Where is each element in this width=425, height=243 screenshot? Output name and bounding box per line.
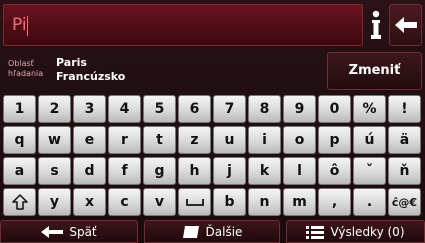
key-4[interactable]: 4 — [108, 95, 141, 123]
space-icon — [185, 199, 204, 206]
key-p[interactable]: p — [318, 126, 351, 154]
area-country: Francúzsko — [56, 70, 126, 83]
key-percent[interactable]: % — [353, 95, 386, 123]
key-u[interactable]: u — [213, 126, 246, 154]
key-n-caron[interactable]: ň — [388, 157, 421, 185]
next-button[interactable]: Ďalšie — [144, 220, 280, 243]
key-z[interactable]: z — [178, 126, 211, 154]
search-screen: Pi Oblasť hľadania Paris Francúzsko Zmen… — [0, 0, 425, 243]
key-0[interactable]: 0 — [318, 95, 351, 123]
key-caron[interactable]: ˇ — [353, 157, 386, 185]
space-key[interactable] — [178, 188, 211, 216]
key-x[interactable]: x — [73, 188, 106, 216]
key-k[interactable]: k — [248, 157, 281, 185]
info-button[interactable] — [365, 4, 387, 46]
next-icon — [182, 225, 199, 238]
area-label: Oblasť hľadania — [8, 59, 44, 78]
back-button[interactable]: Späť — [0, 220, 138, 243]
key-o[interactable]: o — [283, 126, 316, 154]
search-text: Pi — [12, 15, 27, 35]
key-t[interactable]: t — [143, 126, 176, 154]
key-2[interactable]: 2 — [38, 95, 71, 123]
key-i[interactable]: i — [248, 126, 281, 154]
info-icon — [371, 10, 381, 39]
key-d[interactable]: d — [73, 157, 106, 185]
key-n[interactable]: n — [248, 188, 281, 216]
key-e[interactable]: e — [73, 126, 106, 154]
key-j[interactable]: j — [213, 157, 246, 185]
key-g[interactable]: g — [143, 157, 176, 185]
key-s[interactable]: s — [38, 157, 71, 185]
key-period[interactable]: . — [353, 188, 386, 216]
key-f[interactable]: f — [108, 157, 141, 185]
key-a[interactable]: a — [3, 157, 36, 185]
shift-icon — [11, 194, 28, 210]
key-c[interactable]: c — [108, 188, 141, 216]
back-arrow-icon — [41, 225, 64, 238]
key-w[interactable]: w — [38, 126, 71, 154]
key-1[interactable]: 1 — [3, 95, 36, 123]
key-u-acute[interactable]: ú — [353, 126, 386, 154]
key-r[interactable]: r — [108, 126, 141, 154]
area-city: Paris — [56, 56, 87, 69]
key-v[interactable]: v — [143, 188, 176, 216]
shift-key[interactable] — [3, 188, 36, 216]
key-5[interactable]: 5 — [143, 95, 176, 123]
key-6[interactable]: 6 — [178, 95, 211, 123]
key-exclamation[interactable]: ! — [388, 95, 421, 123]
key-y[interactable]: y — [38, 188, 71, 216]
key-8[interactable]: 8 — [248, 95, 281, 123]
key-b[interactable]: b — [213, 188, 246, 216]
key-q[interactable]: q — [3, 126, 36, 154]
key-7[interactable]: 7 — [213, 95, 246, 123]
backspace-icon — [394, 17, 417, 33]
key-o-circumflex[interactable]: ô — [318, 157, 351, 185]
change-area-button[interactable]: Zmeniť — [327, 52, 422, 90]
results-button[interactable]: Výsledky (0) — [286, 220, 425, 243]
back-label: Späť — [69, 224, 97, 239]
next-label: Ďalšie — [205, 224, 243, 239]
key-l[interactable]: l — [283, 157, 316, 185]
symbols-key[interactable]: ĉ@€ — [388, 188, 421, 216]
key-9[interactable]: 9 — [283, 95, 316, 123]
results-label: Výsledky (0) — [330, 224, 405, 239]
list-icon — [306, 225, 325, 239]
key-3[interactable]: 3 — [73, 95, 106, 123]
key-comma[interactable]: , — [318, 188, 351, 216]
key-h[interactable]: h — [178, 157, 211, 185]
key-a-umlaut[interactable]: ä — [388, 126, 421, 154]
backspace-button[interactable] — [389, 4, 422, 46]
search-input[interactable]: Pi — [3, 4, 363, 46]
text-caret — [27, 16, 28, 36]
key-m[interactable]: m — [283, 188, 316, 216]
